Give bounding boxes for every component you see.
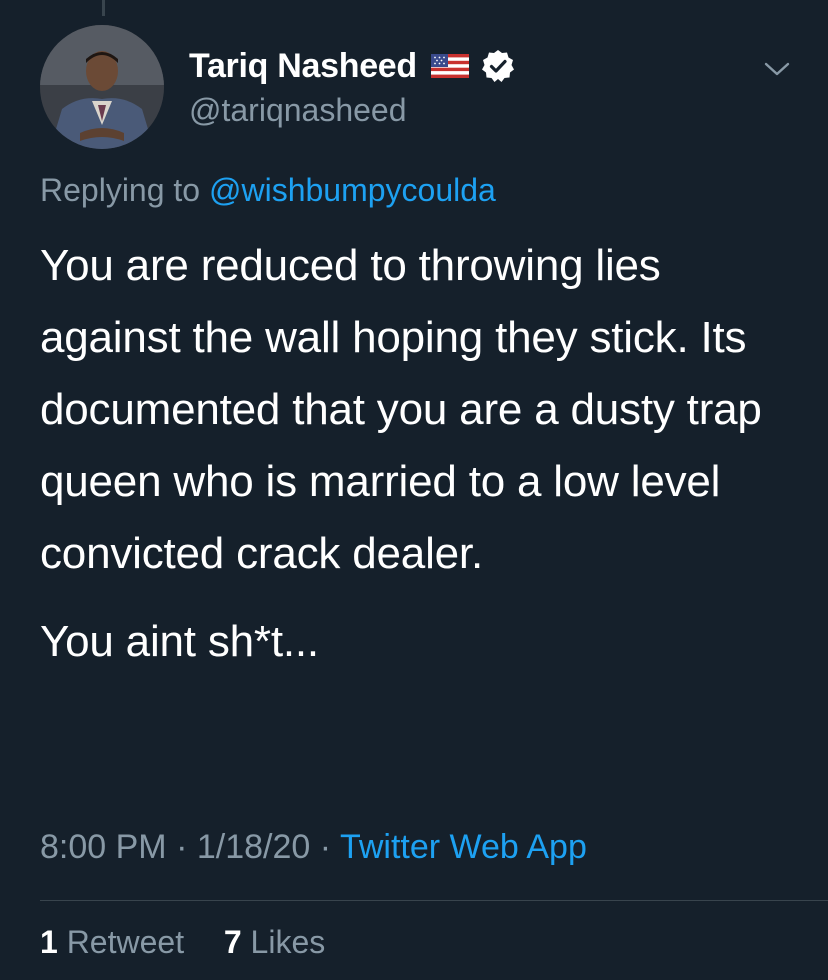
retweets-stat[interactable]: 1 Retweet bbox=[40, 924, 193, 960]
replying-to-line: Replying to @wishbumpycoulda bbox=[40, 172, 496, 209]
us-flag-icon bbox=[430, 54, 469, 78]
retweets-label: Retweet bbox=[66, 924, 185, 960]
tweet-text: You are reduced to throwing lies against… bbox=[40, 230, 800, 678]
thread-connector-line bbox=[102, 0, 105, 16]
tweet-paragraph: You are reduced to throwing lies against… bbox=[40, 241, 762, 578]
retweets-count: 1 bbox=[40, 924, 58, 960]
tweet-date[interactable]: 1/18/20 bbox=[197, 828, 310, 866]
meta-separator: · bbox=[176, 828, 188, 866]
likes-label: Likes bbox=[250, 924, 326, 960]
author-handle[interactable]: @tariqnasheed bbox=[189, 92, 407, 129]
replying-to-label: Replying to bbox=[40, 172, 201, 208]
avatar-image bbox=[40, 25, 164, 149]
verified-icon bbox=[481, 49, 515, 83]
display-name[interactable]: Tariq Nasheed bbox=[189, 47, 417, 86]
avatar[interactable] bbox=[40, 25, 164, 149]
author-name-row[interactable]: Tariq Nasheed bbox=[189, 44, 515, 88]
meta-separator: · bbox=[319, 828, 332, 866]
tweet-meta: 8:00 PM · 1/18/20 · Twitter Web App bbox=[40, 828, 587, 867]
divider bbox=[40, 900, 828, 901]
likes-stat[interactable]: 7 Likes bbox=[224, 924, 325, 960]
reply-mention-link[interactable]: @wishbumpycoulda bbox=[209, 172, 496, 208]
tweet-source-link[interactable]: Twitter Web App bbox=[340, 828, 587, 866]
likes-count: 7 bbox=[223, 924, 242, 960]
chevron-down-icon[interactable] bbox=[762, 56, 792, 82]
tweet-time[interactable]: 8:00 PM bbox=[40, 828, 167, 866]
tweet-paragraph: You aint sh*t... bbox=[40, 617, 319, 666]
tweet-stats: 1 Retweet 7 Likes bbox=[40, 924, 325, 961]
